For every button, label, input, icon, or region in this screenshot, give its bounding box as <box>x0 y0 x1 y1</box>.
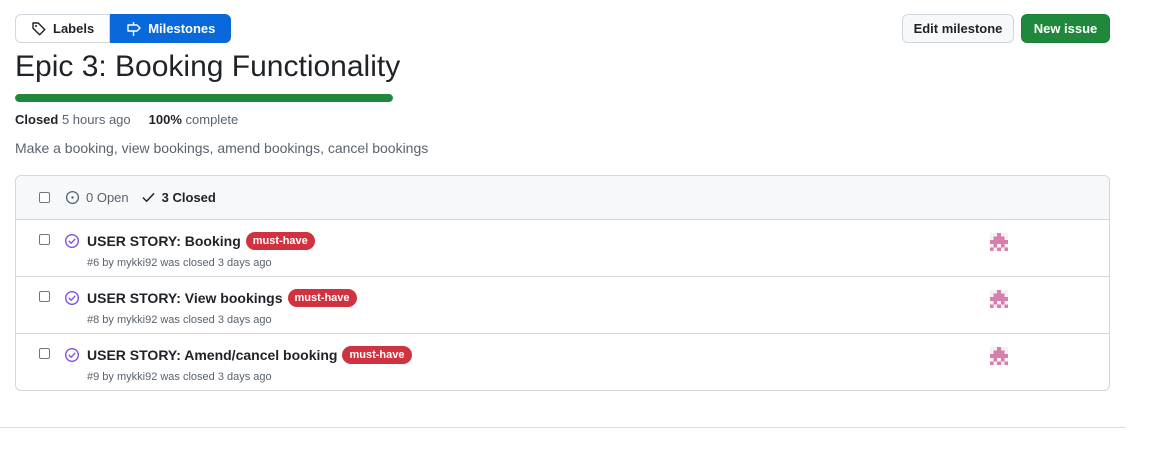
issue-row: USER STORY: Booking must-have #6 by mykk… <box>16 220 1109 277</box>
milestone-progress-fill <box>15 94 393 102</box>
milestone-status-label: Closed <box>15 112 59 127</box>
edit-milestone-button[interactable]: Edit milestone <box>902 14 1014 43</box>
labels-tab[interactable]: Labels <box>15 14 111 43</box>
milestone-completion-value: 100% <box>148 112 182 127</box>
milestone-icon <box>127 21 141 36</box>
issue-label-must-have[interactable]: must-have <box>287 289 357 307</box>
issue-label-must-have[interactable]: must-have <box>342 346 412 364</box>
issue-closed-icon <box>64 233 80 249</box>
assignee-avatar[interactable] <box>990 290 1008 308</box>
issue-title-link[interactable]: USER STORY: View bookings <box>87 289 283 307</box>
milestone-meta: Closed 5 hours ago 100% complete <box>15 112 238 128</box>
issue-row: USER STORY: Amend/cancel booking must-ha… <box>16 334 1109 390</box>
issue-title-link[interactable]: USER STORY: Booking <box>87 232 241 250</box>
milestone-description: Make a booking, view bookings, amend boo… <box>15 140 429 156</box>
milestone-progress-bar <box>15 94 393 102</box>
labels-milestones-nav: Labels Milestones <box>15 14 232 43</box>
tag-icon <box>32 21 46 35</box>
new-issue-button[interactable]: New issue <box>1021 14 1110 43</box>
milestone-status-time: 5 hours ago <box>61 112 131 127</box>
open-issues-filter[interactable]: 0 Open <box>65 190 129 205</box>
open-issues-label: 0 Open <box>86 190 129 205</box>
issue-meta: #9 by mykki92 was closed 3 days ago <box>87 371 272 383</box>
issues-list-header: 0 Open 3 Closed <box>16 176 1109 220</box>
assignee-avatar[interactable] <box>990 347 1008 365</box>
issue-row: USER STORY: View bookings must-have #8 b… <box>16 277 1109 334</box>
issues-list: 0 Open 3 Closed USER STORY: Booking must… <box>15 175 1110 391</box>
issue-checkbox[interactable] <box>39 348 50 359</box>
issue-title-line: USER STORY: View bookings must-have <box>87 289 357 307</box>
issue-title-line: USER STORY: Booking must-have <box>87 232 315 250</box>
milestone-completion-label: complete <box>185 112 239 127</box>
issue-checkbox[interactable] <box>39 234 50 245</box>
issue-meta: #8 by mykki92 was closed 3 days ago <box>87 314 272 326</box>
select-all-checkbox[interactable] <box>39 192 50 203</box>
issue-meta: #6 by mykki92 was closed 3 days ago <box>87 257 272 269</box>
divider <box>0 427 1126 428</box>
issue-label-must-have[interactable]: must-have <box>245 232 315 250</box>
milestone-status: Closed 5 hours ago <box>15 112 131 128</box>
issue-title-link[interactable]: USER STORY: Amend/cancel booking <box>87 346 337 364</box>
check-icon <box>142 193 155 202</box>
milestones-tab[interactable]: Milestones <box>110 14 232 43</box>
issue-opened-icon <box>65 190 80 205</box>
issue-title-line: USER STORY: Amend/cancel booking must-ha… <box>87 346 412 364</box>
issue-closed-icon <box>64 347 80 363</box>
milestones-tab-label: Milestones <box>148 21 216 36</box>
issue-checkbox[interactable] <box>39 291 50 302</box>
milestone-completion: 100% complete <box>149 112 239 128</box>
closed-issues-filter[interactable]: 3 Closed <box>141 190 216 205</box>
issue-closed-icon <box>64 290 80 306</box>
assignee-avatar[interactable] <box>990 233 1008 251</box>
labels-tab-label: Labels <box>53 21 95 36</box>
closed-issues-label: 3 Closed <box>161 190 216 205</box>
milestone-title: Epic 3: Booking Functionality <box>15 50 401 83</box>
